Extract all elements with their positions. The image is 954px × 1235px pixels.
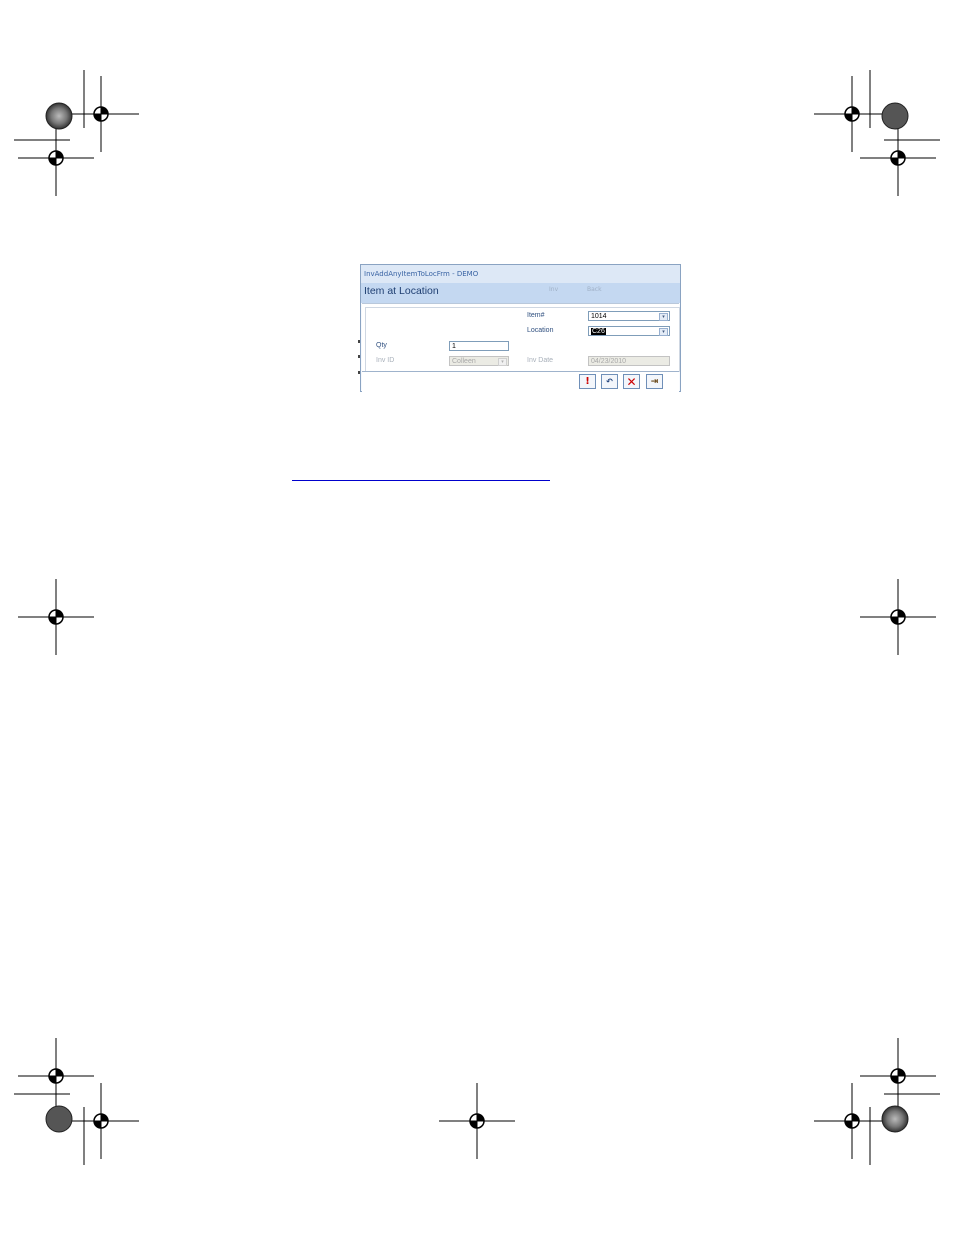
- exclamation-icon: !: [585, 376, 590, 387]
- inv-date-label: Inv Date: [527, 357, 554, 364]
- undo-icon: ↶: [606, 377, 613, 386]
- location-value: C26: [591, 328, 606, 335]
- close-icon: ✕: [626, 374, 637, 389]
- chevron-down-icon[interactable]: ▾: [659, 313, 668, 321]
- inv-id-label: Inv ID: [376, 357, 395, 364]
- registration-marks: [14, 70, 940, 1165]
- form-title: Item at Location: [364, 285, 439, 297]
- item-value: 1014: [591, 313, 607, 320]
- qty-value: 1: [452, 343, 456, 350]
- delete-button[interactable]: ✕: [623, 374, 640, 389]
- form-header: Item at Location Inv Back: [361, 283, 680, 303]
- exit-button[interactable]: ⇥: [646, 374, 663, 389]
- inv-id-select: Colleen ▾: [449, 356, 509, 366]
- inv-id-value: Colleen: [452, 358, 476, 365]
- undo-button[interactable]: ↶: [601, 374, 618, 389]
- item-label: Item#: [527, 312, 545, 319]
- form-body: Item# 1014 ▾ Location C26 ▾ Qty 1 Inv ID…: [362, 303, 680, 372]
- window-titlebar: InvAddAnyItemToLocFrm - DEMO: [361, 265, 680, 283]
- item-select[interactable]: 1014 ▾: [588, 311, 670, 321]
- chevron-down-icon[interactable]: ▾: [659, 328, 668, 336]
- form-window: InvAddAnyItemToLocFrm - DEMO Item at Loc…: [360, 264, 681, 392]
- header-hint-inv: Inv: [549, 286, 559, 293]
- qty-label: Qty: [376, 342, 387, 349]
- header-hint-back: Back: [587, 286, 602, 293]
- form-footer: ! ↶ ✕ ⇥: [362, 371, 679, 392]
- exit-door-icon: ⇥: [650, 376, 659, 387]
- inv-date-value: 04/23/2010: [591, 358, 627, 365]
- location-select[interactable]: C26 ▾: [588, 326, 670, 336]
- hyperlink-underline[interactable]: [292, 480, 550, 481]
- save-button[interactable]: !: [579, 374, 596, 389]
- qty-input[interactable]: 1: [449, 341, 509, 351]
- location-label: Location: [527, 327, 554, 334]
- inv-date-field: 04/23/2010: [588, 356, 670, 366]
- chevron-down-icon: ▾: [498, 358, 507, 366]
